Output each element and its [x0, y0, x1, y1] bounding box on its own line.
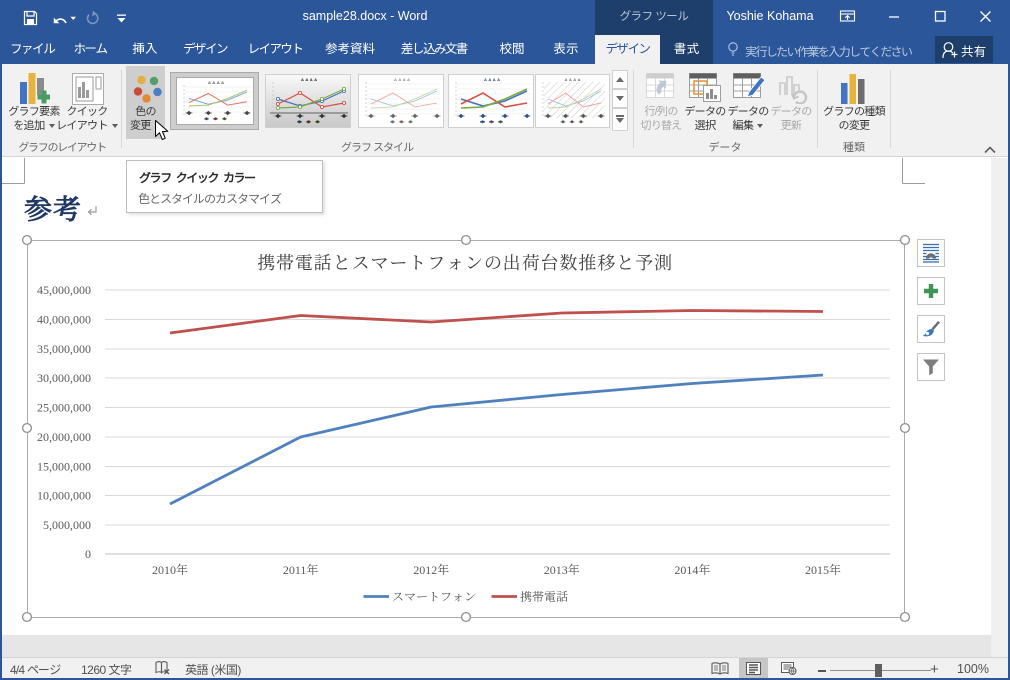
svg-text:AAAA: AAAA — [208, 80, 224, 85]
svg-text:AAAA: AAAA — [484, 77, 500, 82]
svg-text:AAAA: AAAA — [565, 77, 581, 82]
svg-text:AAAA: AAAA — [394, 77, 410, 82]
